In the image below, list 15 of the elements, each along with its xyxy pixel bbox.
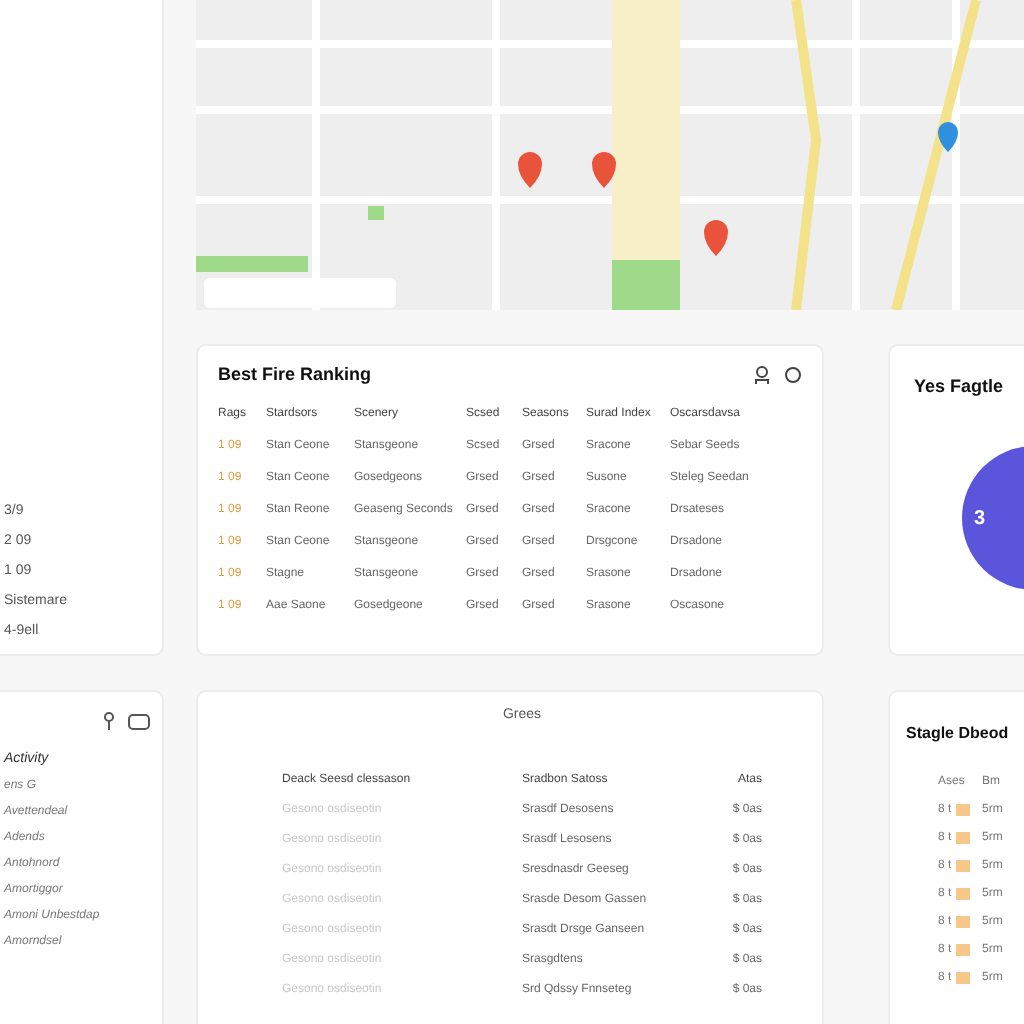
tag-icon: [955, 832, 970, 844]
pin-icon[interactable]: [104, 712, 114, 730]
avatar: 3: [962, 446, 1024, 590]
circle-icon[interactable]: [784, 365, 802, 383]
card-title: Best Fire Ranking: [218, 364, 372, 384]
tag-icon: [955, 972, 970, 984]
tag-icon: [955, 944, 970, 956]
screen-icon[interactable]: [128, 713, 150, 729]
tag-icon: [955, 804, 970, 816]
card-title: Yes Fagtle: [914, 376, 1004, 396]
card-title: Stagle Dbeod: [906, 724, 1009, 742]
tag-icon: [955, 860, 970, 872]
tag-icon: [955, 916, 970, 928]
user-icon[interactable]: [754, 365, 770, 383]
tag-icon: [955, 888, 970, 900]
